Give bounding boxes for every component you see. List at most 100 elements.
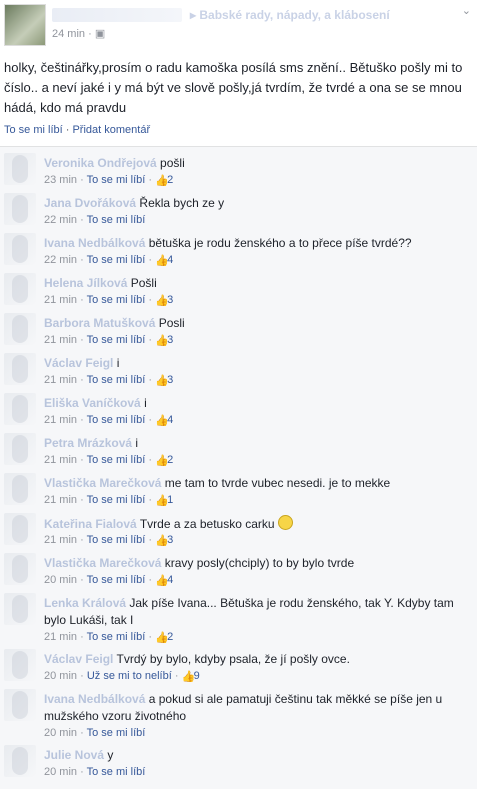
comment-like-button[interactable]: To se mi líbí bbox=[87, 334, 146, 346]
thumbs-up-icon[interactable]: 👍 bbox=[155, 294, 169, 307]
commenter-avatar[interactable] bbox=[4, 273, 36, 305]
like-count[interactable]: 2 bbox=[167, 631, 173, 643]
commenter-name[interactable]: Vlastička Marečková bbox=[44, 476, 161, 490]
commenter-avatar[interactable] bbox=[4, 233, 36, 265]
like-count[interactable]: 2 bbox=[167, 454, 173, 466]
like-button[interactable]: To se mi líbí bbox=[4, 124, 63, 136]
like-count[interactable]: 4 bbox=[167, 574, 173, 586]
commenter-avatar[interactable] bbox=[4, 689, 36, 721]
commenter-avatar[interactable] bbox=[4, 593, 36, 625]
comment-time[interactable]: 21 min bbox=[44, 494, 77, 506]
comment-body: Vlastička Marečková me tam to tvrde vube… bbox=[44, 475, 464, 492]
commenter-avatar[interactable] bbox=[4, 393, 36, 425]
comment-like-button[interactable]: To se mi líbí bbox=[87, 631, 146, 643]
comment-like-button[interactable]: To se mi líbí bbox=[87, 374, 146, 386]
comment-like-button[interactable]: To se mi líbí bbox=[87, 294, 146, 306]
commenter-avatar[interactable] bbox=[4, 353, 36, 385]
commenter-name[interactable]: Veronika Ondřejová bbox=[44, 156, 157, 170]
commenter-name[interactable]: Kateřina Fialová bbox=[44, 517, 137, 531]
chevron-down-icon[interactable]: ⌄ bbox=[462, 4, 471, 17]
comment-time[interactable]: 20 min bbox=[44, 766, 77, 778]
commenter-avatar[interactable] bbox=[4, 433, 36, 465]
comment-like-button[interactable]: To se mi líbí bbox=[87, 174, 146, 186]
comment-time[interactable]: 21 min bbox=[44, 334, 77, 346]
comment-time[interactable]: 22 min bbox=[44, 214, 77, 226]
like-count[interactable]: 4 bbox=[167, 254, 173, 266]
commenter-avatar[interactable] bbox=[4, 313, 36, 345]
commenter-avatar[interactable] bbox=[4, 473, 36, 505]
like-count[interactable]: 9 bbox=[194, 670, 200, 682]
commenter-name[interactable]: Jana Dvořáková bbox=[44, 196, 136, 210]
comment-time[interactable]: 21 min bbox=[44, 414, 77, 426]
post-time[interactable]: 24 min bbox=[52, 28, 85, 40]
thumbs-up-icon[interactable]: 👍 bbox=[155, 334, 169, 347]
commenter-name[interactable]: Julie Nová bbox=[44, 748, 104, 762]
separator: · bbox=[77, 631, 87, 643]
post-author-name[interactable] bbox=[52, 8, 182, 22]
commenter-name[interactable]: Petra Mrázková bbox=[44, 436, 132, 450]
comment-time[interactable]: 21 min bbox=[44, 631, 77, 643]
comment-like-button[interactable]: To se mi líbí bbox=[87, 494, 146, 506]
separator: · bbox=[145, 494, 156, 506]
comment-body: Václav Feigl Tvrdý by bylo, kdyby psala,… bbox=[44, 651, 464, 668]
thumbs-up-icon[interactable]: 👍 bbox=[155, 494, 169, 507]
thumbs-up-icon[interactable]: 👍 bbox=[155, 454, 169, 467]
like-count[interactable]: 3 bbox=[167, 294, 173, 306]
comment-meta: 21 min · To se mi líbí · 👍3 bbox=[44, 374, 173, 387]
thumbs-up-icon[interactable]: 👍 bbox=[155, 414, 169, 427]
comment-like-button[interactable]: To se mi líbí bbox=[87, 727, 146, 739]
like-count[interactable]: 3 bbox=[167, 534, 173, 546]
commenter-avatar[interactable] bbox=[4, 153, 36, 185]
commenter-name[interactable]: Lenka Králová bbox=[44, 596, 126, 610]
comment-like-button[interactable]: To se mi líbí bbox=[87, 534, 146, 546]
comment-like-button[interactable]: To se mi líbí bbox=[87, 214, 146, 226]
comment-time[interactable]: 21 min bbox=[44, 294, 77, 306]
comment-time[interactable]: 21 min bbox=[44, 454, 77, 466]
commenter-avatar[interactable] bbox=[4, 193, 36, 225]
commenter-name[interactable]: Eliška Vaníčková bbox=[44, 396, 141, 410]
comment-time[interactable]: 20 min bbox=[44, 574, 77, 586]
commenter-name[interactable]: Helena Jílková bbox=[44, 276, 127, 290]
commenter-avatar[interactable] bbox=[4, 553, 36, 585]
like-count[interactable]: 1 bbox=[167, 494, 173, 506]
comment-like-button[interactable]: To se mi líbí bbox=[87, 574, 146, 586]
comment-text: i bbox=[113, 356, 120, 370]
commenter-name[interactable]: Ivana Nedbálková bbox=[44, 692, 145, 706]
comment-like-button[interactable]: To se mi líbí bbox=[87, 766, 146, 778]
add-comment-button[interactable]: Přidat komentář bbox=[72, 124, 150, 136]
thumbs-up-icon[interactable]: 👍 bbox=[155, 254, 169, 267]
comment-time[interactable]: 21 min bbox=[44, 374, 77, 386]
post-meta: 24 min · ▣ bbox=[52, 28, 106, 40]
commenter-avatar[interactable] bbox=[4, 649, 36, 681]
commenter-name[interactable]: Vlastička Marečková bbox=[44, 556, 161, 570]
thumbs-up-icon[interactable]: 👍 bbox=[155, 174, 169, 187]
thumbs-up-icon[interactable]: 👍 bbox=[155, 534, 169, 547]
comment-like-button[interactable]: To se mi líbí bbox=[87, 414, 146, 426]
like-count[interactable]: 4 bbox=[167, 414, 173, 426]
like-count[interactable]: 3 bbox=[167, 334, 173, 346]
thumbs-up-icon[interactable]: 👍 bbox=[155, 631, 169, 644]
commenter-name[interactable]: Václav Feigl bbox=[44, 356, 113, 370]
commenter-name[interactable]: Václav Feigl bbox=[44, 652, 113, 666]
thumbs-up-icon[interactable]: 👍 bbox=[182, 670, 196, 683]
like-count[interactable]: 2 bbox=[167, 174, 173, 186]
group-name-link[interactable]: ▸ Babské rady, nápady, a klábosení bbox=[190, 8, 390, 22]
comment-time[interactable]: 20 min bbox=[44, 670, 77, 682]
separator: · bbox=[171, 670, 182, 682]
thumbs-up-icon[interactable]: 👍 bbox=[155, 574, 169, 587]
comment-time[interactable]: 23 min bbox=[44, 174, 77, 186]
comment-time[interactable]: 22 min bbox=[44, 254, 77, 266]
thumbs-up-icon[interactable]: 👍 bbox=[155, 374, 169, 387]
separator: · bbox=[77, 766, 87, 778]
commenter-avatar[interactable] bbox=[4, 745, 36, 777]
commenter-name[interactable]: Barbora Matušková bbox=[44, 316, 155, 330]
commenter-avatar[interactable] bbox=[4, 513, 36, 545]
comment-like-button[interactable]: To se mi líbí bbox=[87, 454, 146, 466]
comment-time[interactable]: 21 min bbox=[44, 534, 77, 546]
commenter-name[interactable]: Ivana Nedbálková bbox=[44, 236, 145, 250]
comment-time[interactable]: 20 min bbox=[44, 727, 77, 739]
group-avatar[interactable] bbox=[4, 4, 46, 46]
comment-like-button[interactable]: To se mi líbí bbox=[87, 254, 146, 266]
comment-like-button[interactable]: Už se mi to nelíbí bbox=[87, 670, 172, 682]
like-count[interactable]: 3 bbox=[167, 374, 173, 386]
